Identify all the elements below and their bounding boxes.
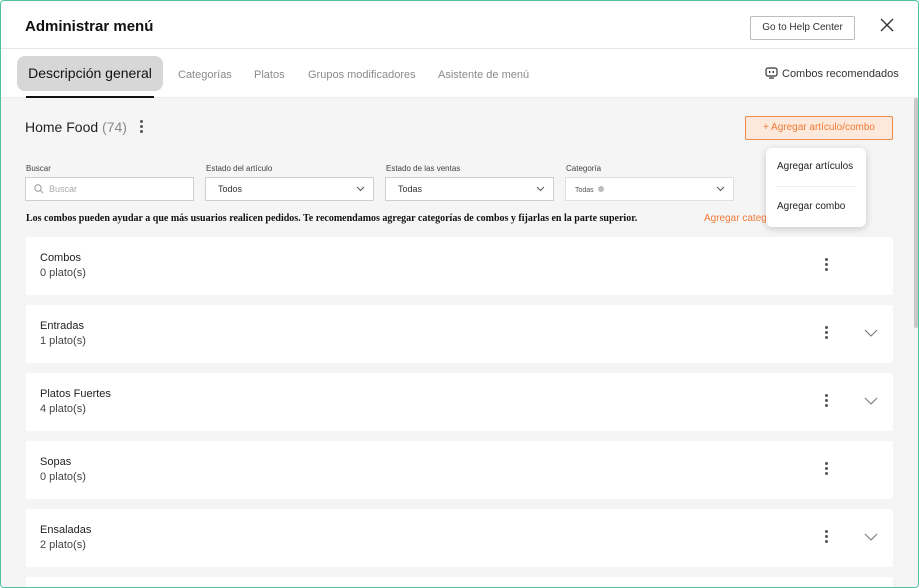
more-icon[interactable] bbox=[824, 326, 828, 340]
category-tag[interactable]: Todas bbox=[575, 180, 606, 202]
header: Administrar menú Go to Help Center bbox=[1, 1, 918, 49]
category-name: Entradas bbox=[40, 320, 85, 332]
category-name: Ensaladas bbox=[40, 524, 92, 536]
category-label: Categoría bbox=[566, 164, 602, 173]
category-name: Platos Fuertes bbox=[40, 388, 111, 400]
chevron-down-icon[interactable] bbox=[864, 329, 878, 337]
category-row[interactable]: Platos Fuertes 4 plato(s) bbox=[26, 373, 893, 431]
search-input[interactable]: Buscar bbox=[25, 177, 194, 201]
search-placeholder: Buscar bbox=[49, 184, 78, 194]
help-center-button[interactable]: Go to Help Center bbox=[750, 16, 855, 40]
category-row[interactable]: Sopas 0 plato(s) bbox=[26, 441, 893, 499]
store-more-icon[interactable] bbox=[139, 120, 143, 134]
recommended-combos-link[interactable]: Combos recomendados bbox=[765, 67, 899, 80]
category-row[interactable]: Ensaladas 2 plato(s) bbox=[26, 509, 893, 567]
item-status-value: Todos bbox=[218, 184, 243, 194]
dropdown-divider bbox=[777, 186, 855, 187]
tab-dishes[interactable]: Platos bbox=[254, 69, 285, 81]
close-icon[interactable] bbox=[880, 18, 894, 32]
tab-categories[interactable]: Categorías bbox=[178, 69, 232, 81]
more-icon[interactable] bbox=[824, 530, 828, 544]
search-icon bbox=[34, 184, 44, 194]
chevron-down-icon bbox=[716, 186, 725, 192]
sales-status-label: Estado de las ventas bbox=[386, 164, 461, 173]
tag-remove-icon[interactable] bbox=[597, 186, 604, 192]
add-category-link[interactable]: Agregar categoría bbox=[704, 213, 768, 224]
chevron-down-icon[interactable] bbox=[864, 533, 878, 541]
category-row[interactable]: Entradas 1 plato(s) bbox=[26, 305, 893, 363]
combo-notice: Los combos pueden ayudar a que más usuar… bbox=[26, 213, 638, 224]
category-name: Combos bbox=[40, 252, 81, 264]
store-name: Home Food bbox=[25, 119, 99, 135]
recommended-combos-label: Combos recomendados bbox=[782, 68, 899, 80]
page-title: Administrar menú bbox=[25, 18, 154, 35]
sales-status-value: Todas bbox=[398, 184, 423, 194]
chevron-down-icon bbox=[356, 186, 365, 192]
add-items-option[interactable]: Agregar artículos bbox=[777, 161, 853, 172]
search-label: Buscar bbox=[26, 164, 51, 173]
category-count: 0 plato(s) bbox=[40, 267, 86, 279]
chevron-down-icon bbox=[536, 186, 545, 192]
add-menu-dropdown: Agregar artículos Agregar combo bbox=[766, 148, 866, 227]
add-combo-option[interactable]: Agregar combo bbox=[777, 201, 845, 212]
tab-overview[interactable]: Descripción general bbox=[17, 56, 163, 91]
category-name: Sopas bbox=[40, 456, 72, 468]
category-count: 0 plato(s) bbox=[40, 471, 86, 483]
category-tag-label: Todas bbox=[575, 187, 594, 194]
tab-modifier-groups[interactable]: Grupos modificadores bbox=[308, 69, 416, 81]
category-row[interactable]: Combos 0 plato(s) bbox=[26, 237, 893, 295]
store-item-count: (74) bbox=[102, 119, 127, 135]
chevron-down-icon[interactable] bbox=[864, 397, 878, 405]
category-row-partial[interactable] bbox=[26, 577, 893, 587]
scrollbar[interactable] bbox=[914, 98, 918, 328]
more-icon[interactable] bbox=[824, 462, 828, 476]
category-select[interactable]: Todas bbox=[565, 177, 734, 201]
more-icon[interactable] bbox=[824, 258, 828, 272]
sales-status-select[interactable]: Todas bbox=[385, 177, 554, 201]
category-count: 1 plato(s) bbox=[40, 335, 86, 347]
tab-menu-assistant[interactable]: Asistente de menú bbox=[438, 69, 529, 81]
store-heading: Home Food (74) bbox=[25, 119, 127, 135]
add-item-combo-button[interactable]: + Agregar artículo/combo bbox=[745, 116, 893, 140]
robot-icon bbox=[765, 67, 778, 79]
tab-bar: Descripción general Categorías Platos Gr… bbox=[1, 50, 918, 98]
category-count: 4 plato(s) bbox=[40, 403, 86, 415]
item-status-select[interactable]: Todos bbox=[205, 177, 374, 201]
category-count: 2 plato(s) bbox=[40, 539, 86, 551]
app-window: Administrar menú Go to Help Center Descr… bbox=[0, 0, 919, 588]
item-status-label: Estado del artículo bbox=[206, 164, 273, 173]
more-icon[interactable] bbox=[824, 394, 828, 408]
